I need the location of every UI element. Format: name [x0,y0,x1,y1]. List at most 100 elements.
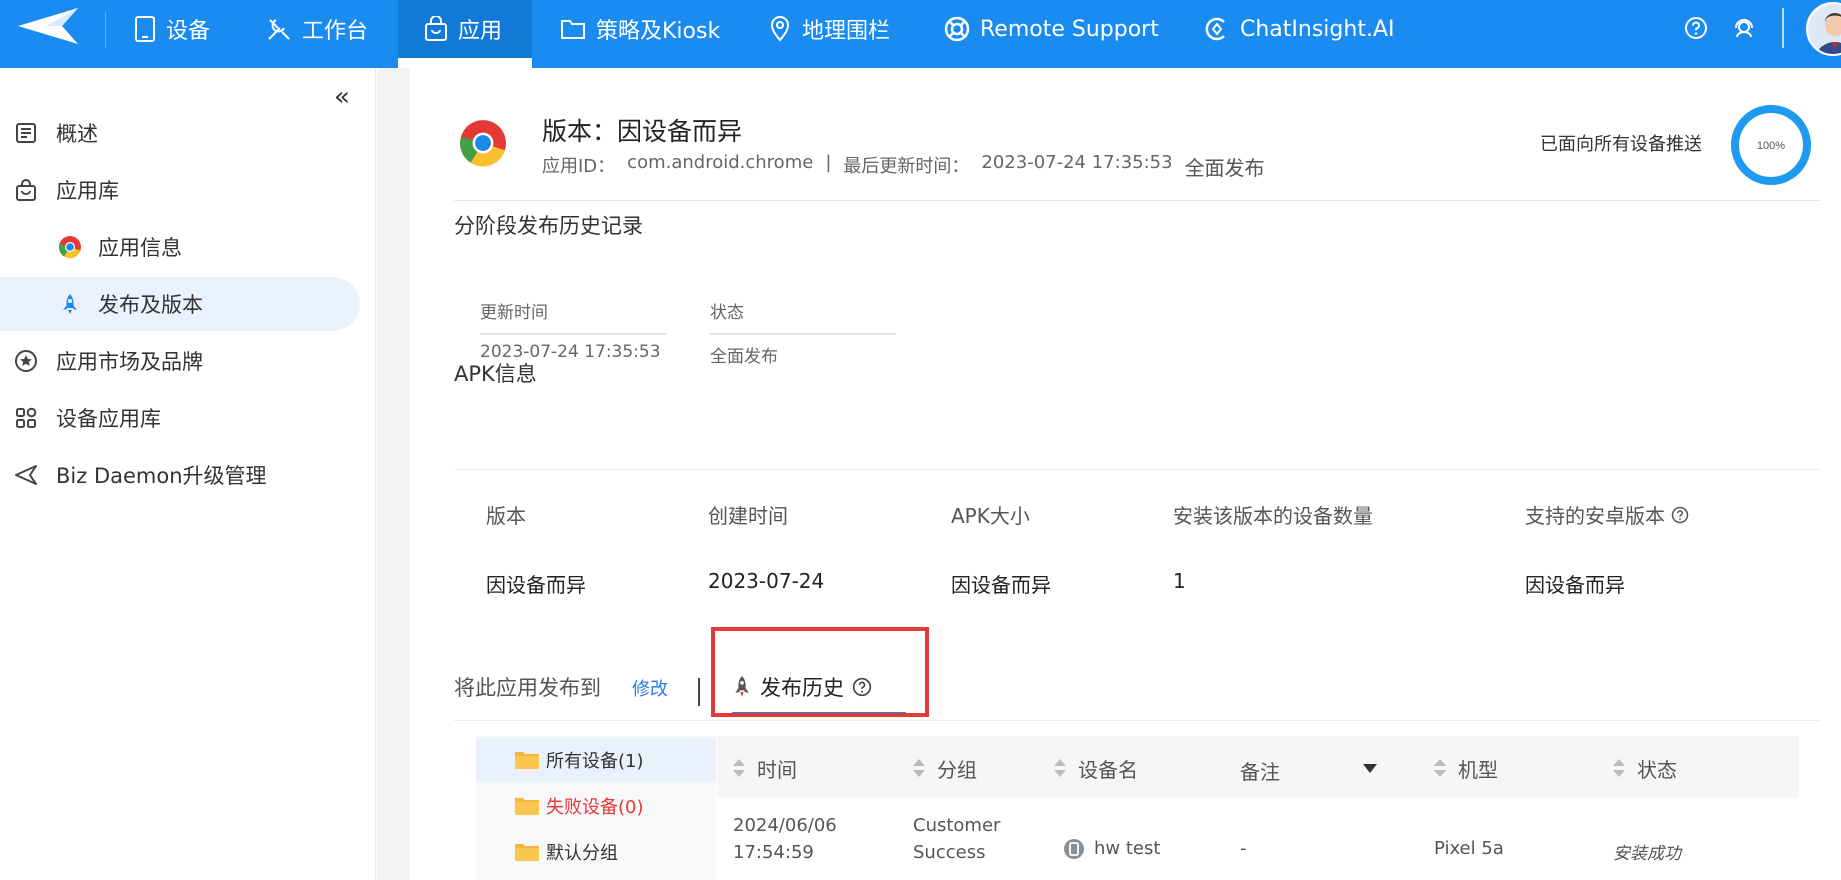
progress-label: 100% [1757,140,1785,152]
apk-cell-size: 因设备而异 [951,573,1051,597]
cell-model: Pixel 5a [1434,838,1504,859]
nav-apps-label: 应用 [458,19,503,44]
main-content: 版本：因设备而异 应用ID： com.android.chrome | 最后更新… [410,68,1841,880]
release-history-table: 时间 分组 设备名 备注 机型 状态 2024/06/06 17:54:59 C… [717,736,1799,880]
apk-cell-version: 因设备而异 [486,573,586,597]
push-status: 已面向所有设备推送 [1540,134,1702,155]
nav-policies[interactable]: 策略及Kiosk [560,0,720,58]
col-status[interactable]: 状态 [1613,754,1677,783]
sidebar-item-app-info[interactable]: 应用信息 [0,220,360,274]
android-device-icon [1064,839,1084,859]
apk-header-version: 版本 [486,504,526,528]
device-group-panel: 所有设备(1) 失败设备(0) 默认分组 [476,736,716,880]
publish-mode: 全面发布 [1184,156,1265,180]
sort-icon[interactable] [1054,758,1066,779]
sidebar-item-label: Biz Daemon升级管理 [56,464,267,488]
app-version-title: 版本：因设备而异 [542,117,743,146]
star-circle-icon [15,350,37,372]
folder-default-group[interactable]: 默认分组 [476,830,716,874]
sidebar-item-label: 应用市场及品牌 [56,350,203,374]
bag-icon [425,16,447,41]
edit-link[interactable]: 修改 [632,675,668,701]
sort-icon[interactable] [1613,758,1625,779]
sidebar-item-biz-daemon[interactable]: Biz Daemon升级管理 [0,448,360,502]
sidebar-item-label: 设备应用库 [56,407,161,431]
support-agent-icon[interactable] [1732,16,1756,40]
send-icon [15,465,37,485]
top-nav-bar: 设备 工作台 应用 策略及Kiosk 地理围栏 Remote Support C… [0,0,1841,68]
nav-active-indicator [398,58,532,68]
col-time[interactable]: 时间 [733,754,797,783]
folder-icon [515,844,539,861]
sidebar-item-app-market-brand[interactable]: 应用市场及品牌 [0,334,360,388]
nav-devices[interactable]: 设备 [134,0,210,58]
nav-workbench-label: 工作台 [302,19,369,44]
sidebar-item-device-app-library[interactable]: 设备应用库 [0,391,360,445]
help-icon[interactable] [1671,506,1689,524]
map-pin-icon [770,16,790,42]
sort-icon[interactable] [1434,758,1446,779]
divider [1782,8,1784,48]
filter-dropdown-icon[interactable] [1363,764,1377,773]
grid-icon [16,407,37,428]
apk-header-size: APK大小 [951,504,1030,528]
chrome-icon [58,236,81,259]
divider [454,720,1820,721]
sidebar: « 概述 应用库 应用信息 发布及版本 应用市场及品牌 设备应用库 Biz Da… [0,68,376,880]
folder-icon [515,798,539,815]
col-note: 备注 [1240,760,1280,784]
nav-geofence[interactable]: 地理围栏 [768,0,890,58]
folder-icon [515,752,539,769]
divider [105,12,106,48]
logo-icon[interactable] [16,6,80,46]
nav-chatinsight-label: ChatInsight.AI [1240,16,1395,42]
meta-separator: | [825,152,832,173]
cell-group: Customer Success [913,815,1001,863]
app-meta: 应用ID： com.android.chrome | 最后更新时间： 2023-… [542,152,1265,181]
publish-target-label: 将此应用发布到 [454,676,601,700]
bag-icon [16,179,36,201]
table-header: 时间 分组 设备名 备注 机型 状态 [717,736,1799,798]
updated-label: 最后更新时间： [843,156,970,177]
folder-all-devices[interactable]: 所有设备(1) [476,738,716,782]
divider [698,678,700,706]
highlight-annotation-box [711,627,929,717]
nav-apps[interactable]: 应用 [398,0,532,58]
folder-failed-devices[interactable]: 失败设备(0) [476,784,716,828]
sidebar-item-label: 应用库 [56,179,119,203]
apk-header-android-version: 支持的安卓版本 [1525,500,1689,529]
apk-header-created: 创建时间 [708,504,788,528]
cell-time: 2024/06/06 17:54:59 [733,815,837,863]
cell-device-name[interactable]: hw test [1094,838,1160,859]
sort-icon[interactable] [733,758,745,779]
nav-chatinsight[interactable]: ChatInsight.AI [1204,0,1394,58]
sidebar-item-label: 概述 [56,122,98,146]
sidebar-item-label: 应用信息 [98,236,182,260]
sidebar-item-release-versions[interactable]: 发布及版本 [0,277,360,331]
col-model[interactable]: 机型 [1434,754,1498,783]
tools-icon [268,19,290,40]
sort-icon[interactable] [913,758,925,779]
nav-remote-support-label: Remote Support [980,16,1159,42]
chrome-icon [460,120,506,167]
sidebar-item-overview[interactable]: 概述 [0,106,360,160]
cell-status: 安装成功 [1613,844,1681,864]
col-device-name[interactable]: 设备名 [1054,754,1138,783]
history-title: 分阶段发布历史记录 [454,214,643,238]
progress-ring: 100% [1731,105,1811,185]
help-icon[interactable] [1684,16,1708,40]
nav-geofence-label: 地理围栏 [802,19,891,44]
col-group[interactable]: 分组 [913,754,977,783]
avatar[interactable] [1806,2,1841,56]
history-cell-status: 全面发布 [710,347,778,367]
history-header-time: 更新时间 [480,298,666,335]
tablet-icon [135,16,155,42]
nav-remote-support[interactable]: Remote Support [944,0,1159,58]
nav-workbench[interactable]: 工作台 [266,0,368,58]
apk-header-device-count: 安装该版本的设备数量 [1173,504,1373,528]
content-gutter [377,68,410,880]
sidebar-item-app-library[interactable]: 应用库 [0,163,360,217]
app-id-label: 应用ID： [542,156,616,177]
apk-cell-created: 2023-07-24 [708,569,825,593]
divider [454,200,1820,201]
